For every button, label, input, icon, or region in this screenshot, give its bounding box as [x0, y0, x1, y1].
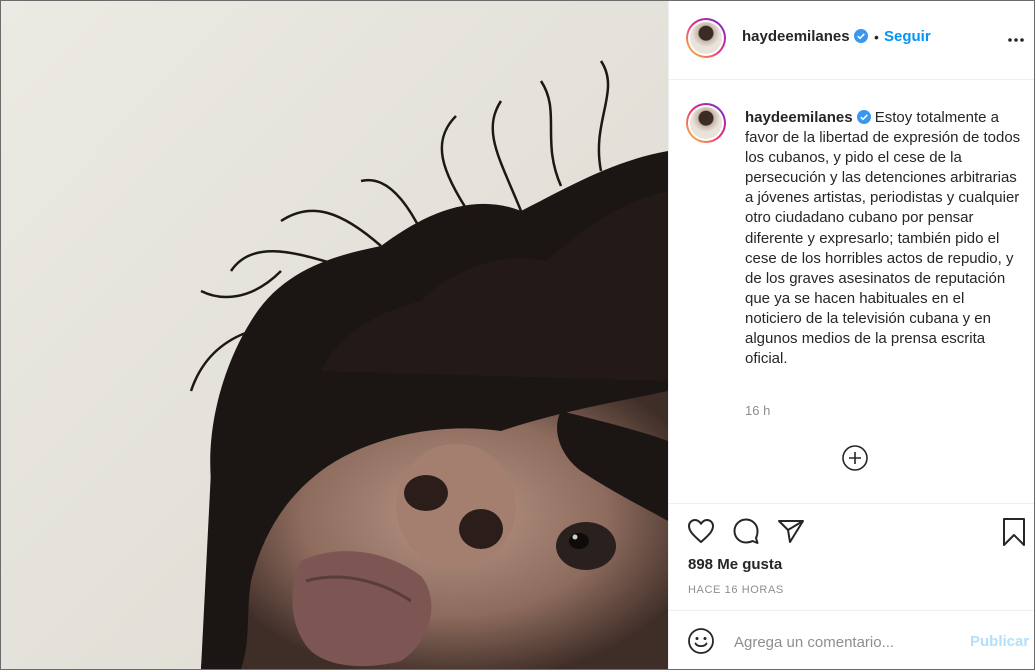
- follow-button[interactable]: Seguir: [884, 28, 931, 45]
- post-header: haydeemilanes • Seguir: [669, 1, 1034, 80]
- comment-icon[interactable]: [732, 517, 760, 545]
- plus-circle-icon[interactable]: [841, 444, 869, 472]
- comment-bar: Publicar: [669, 610, 1034, 669]
- more-options-icon[interactable]: [1007, 37, 1025, 43]
- post-caption: haydeemilanes Estoy totalmente a favor d…: [745, 108, 1021, 369]
- comment-input[interactable]: [732, 629, 956, 655]
- paper-plane-icon[interactable]: [777, 518, 805, 544]
- separator-dot: •: [874, 29, 879, 45]
- author-username[interactable]: haydeemilanes: [742, 28, 850, 45]
- author-block: haydeemilanes: [742, 28, 868, 46]
- post-side-panel: haydeemilanes • Seguir haydeemilanes Est…: [668, 1, 1034, 669]
- selfie-image: [1, 1, 668, 669]
- post-timestamp[interactable]: HACE 16 HORAS: [688, 584, 784, 596]
- verified-badge-icon: [856, 110, 871, 124]
- likes-count[interactable]: 898 Me gusta: [688, 556, 782, 573]
- post-photo[interactable]: [1, 1, 668, 669]
- publish-button[interactable]: Publicar: [970, 633, 1029, 650]
- caption-text: Estoy totalmente a favor de la libertad …: [745, 109, 1021, 368]
- instagram-post-window: haydeemilanes • Seguir haydeemilanes Est…: [0, 0, 1035, 670]
- bookmark-icon[interactable]: [1002, 517, 1026, 547]
- emoji-icon[interactable]: [687, 627, 715, 655]
- caption-timestamp[interactable]: 16 h: [745, 403, 770, 418]
- verified-badge-icon: [853, 29, 868, 43]
- heart-icon[interactable]: [687, 518, 715, 544]
- avatar[interactable]: [686, 18, 726, 58]
- caption-username[interactable]: haydeemilanes: [745, 109, 853, 126]
- caption-avatar[interactable]: [686, 103, 726, 143]
